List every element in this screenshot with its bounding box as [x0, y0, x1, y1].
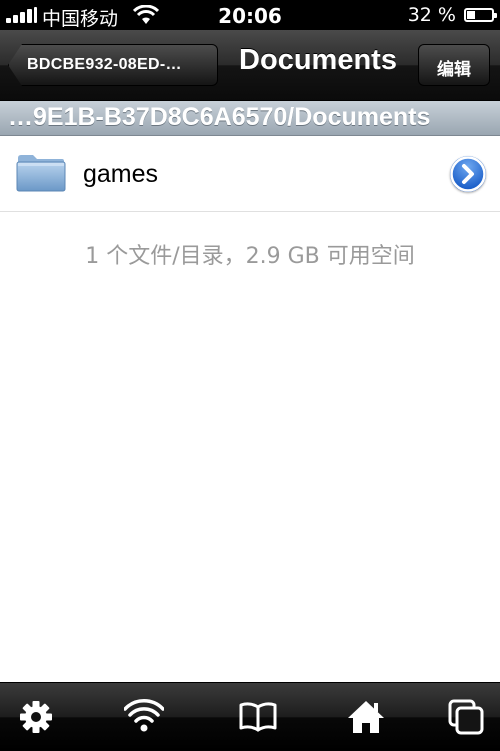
status-bar: 中国移动 20:06 32 %: [0, 0, 500, 30]
battery-icon: [464, 8, 497, 22]
back-button-label: BDCBE932-08ED-…: [27, 56, 182, 73]
storage-summary: 1 个文件/目录，2.9 GB 可用空间: [85, 244, 415, 269]
edit-button-label: 编辑: [437, 60, 471, 79]
current-path: …9E1B-B37D8C6A6570/Documents: [8, 103, 431, 131]
gear-icon[interactable]: [16, 697, 56, 737]
book-icon[interactable]: [238, 697, 278, 737]
page-title: Documents: [239, 44, 397, 76]
chevron-right-icon: [450, 156, 486, 192]
folder-icon: [16, 155, 66, 192]
path-bar: …9E1B-B37D8C6A6570/Documents: [0, 101, 500, 136]
bottom-toolbar: [0, 682, 500, 751]
home-icon[interactable]: [346, 697, 386, 737]
disclosure-button[interactable]: [450, 156, 486, 192]
back-button[interactable]: BDCBE932-08ED-…: [8, 44, 218, 86]
wifi-icon[interactable]: [123, 697, 165, 737]
list-item[interactable]: games: [0, 136, 500, 212]
windows-icon[interactable]: [446, 697, 486, 737]
edit-button[interactable]: 编辑: [418, 44, 490, 86]
battery-percent: 32 %: [407, 4, 456, 26]
navigation-bar: BDCBE932-08ED-… Documents 编辑: [0, 30, 500, 101]
list-item-name: games: [83, 160, 159, 188]
